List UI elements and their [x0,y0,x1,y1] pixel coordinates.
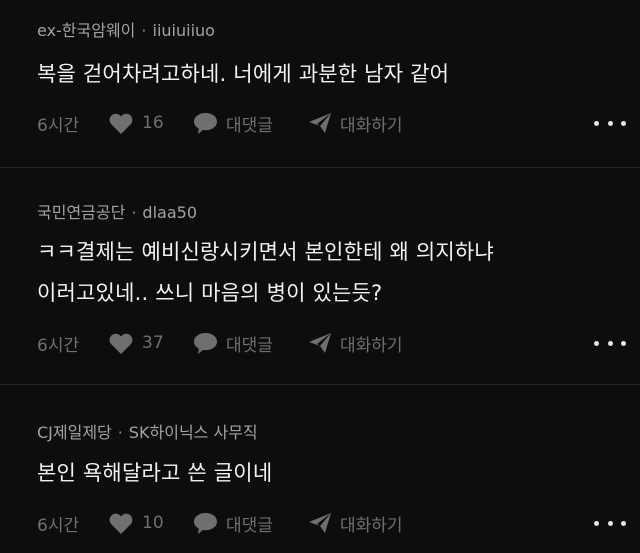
comment-meta: ex-한국암웨이 · iiuiuiiuo [37,21,215,41]
like-button[interactable]: 16 [109,111,164,135]
chat-label: 대화하기 [340,335,403,356]
separator-dot: · [141,21,147,40]
like-count: 37 [142,333,164,353]
like-button[interactable]: 10 [109,511,164,535]
chat-button[interactable]: 대화하기 [309,111,403,136]
username[interactable]: dlaa50 [142,203,197,222]
chat-button[interactable]: 대화하기 [309,331,403,356]
comment-line: 복을 걷어차려고하네. 너에게 과분한 남자 같어 [37,62,450,86]
reply-label: 대댓글 [226,335,273,356]
comment-text: 본인 욕해달라고 쓴 글이네 [37,460,272,486]
comment: 국민연금공단 · dlaa50 ㅋㅋ결제는 예비신랑시키면서 본인한테 왜 의지하냐… [0,168,640,385]
reply-label: 대댓글 [226,515,273,536]
comment-line: ㅋㅋ결제는 예비신랑시키면서 본인한테 왜 의지하냐 [37,240,494,264]
username[interactable]: SK하이닉스 사무직 [129,423,258,442]
comment-meta: CJ제일제당 · SK하이닉스 사무직 [37,423,258,443]
more-dots-icon [594,120,599,126]
reply-button[interactable]: 대댓글 [194,331,273,356]
comment-meta: 국민연금공단 · dlaa50 [37,203,197,223]
more-dots-icon [594,340,599,346]
comment: ex-한국암웨이 · iiuiuiiuo 복을 걷어차려고하네. 너에게 과분한 남… [0,0,640,168]
like-button[interactable]: 37 [109,331,164,355]
like-count: 16 [142,113,164,133]
more-options-button[interactable] [594,111,626,135]
speech-bubble-icon [194,332,217,354]
timestamp: 6시간 [37,335,80,356]
username[interactable]: iiuiuiiuo [153,21,215,40]
comment-line: 이러고있네.. 쓰니 마음의 병이 있는듯? [37,281,383,305]
more-options-button[interactable] [594,511,626,535]
speech-bubble-icon [194,512,217,534]
paper-plane-icon [309,513,331,533]
timestamp: 6시간 [37,515,80,536]
chat-button[interactable]: 대화하기 [309,511,403,536]
heart-icon [109,113,133,134]
comment-text: 복을 걷어차려고하네. 너에게 과분한 남자 같어 [37,61,449,87]
separator-dot: · [131,203,137,222]
separator-dot: · [117,423,123,442]
reply-button[interactable]: 대댓글 [194,111,273,136]
action-bar: 6시간 10 대댓글 대화하기 [37,511,626,536]
speech-bubble-icon [194,112,217,134]
company-name[interactable]: ex-한국암웨이 [37,21,135,40]
comment-feed: ex-한국암웨이 · iiuiuiiuo 복을 걷어차려고하네. 너에게 과분한 남… [0,0,640,553]
more-options-button[interactable] [594,331,626,355]
comment-text: ㅋㅋ결제는 예비신랑시키면서 본인한테 왜 의지하냐 이러고있네.. 쓰니 마음… [37,239,494,306]
chat-label: 대화하기 [340,115,403,136]
action-bar: 6시간 37 대댓글 대화하기 [37,331,626,356]
chat-label: 대화하기 [340,515,403,536]
paper-plane-icon [309,113,331,133]
heart-icon [109,513,133,534]
action-bar: 6시간 16 대댓글 대화하기 [37,111,626,136]
company-name[interactable]: 국민연금공단 [37,203,125,222]
reply-label: 대댓글 [226,115,273,136]
timestamp: 6시간 [37,115,80,136]
heart-icon [109,333,133,354]
company-name[interactable]: CJ제일제당 [37,423,112,442]
paper-plane-icon [309,333,331,353]
comment-line: 본인 욕해달라고 쓴 글이네 [37,461,273,485]
comment: CJ제일제당 · SK하이닉스 사무직 본인 욕해달라고 쓴 글이네 6시간 10 … [0,385,640,553]
more-dots-icon [594,520,599,526]
reply-button[interactable]: 대댓글 [194,511,273,536]
like-count: 10 [142,513,164,533]
